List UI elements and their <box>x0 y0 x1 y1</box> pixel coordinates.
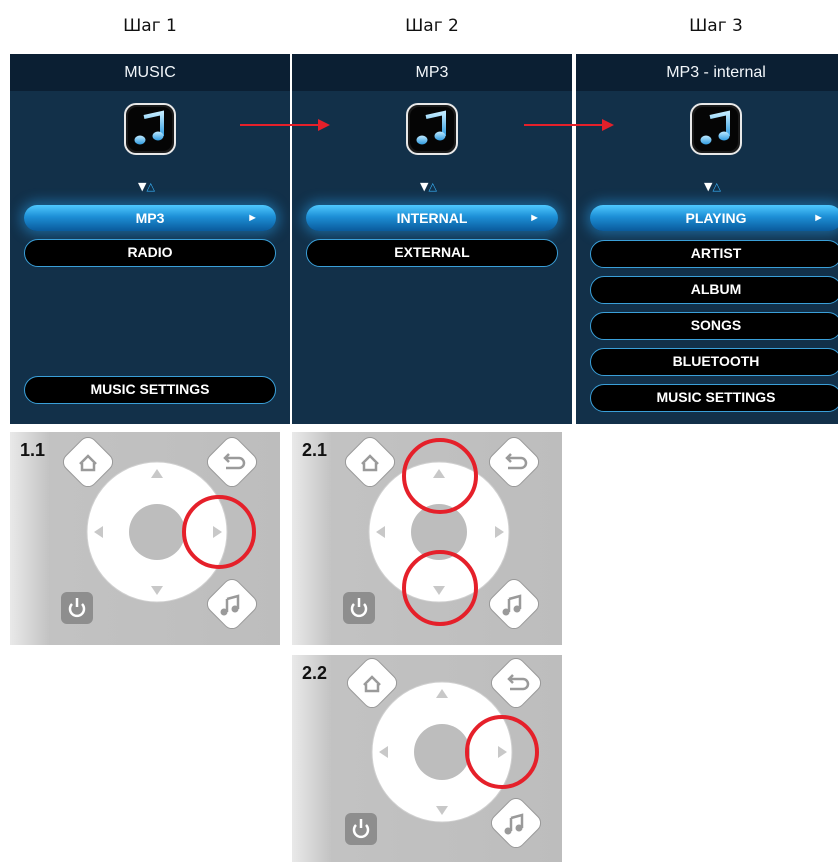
remote-1-1: 1.1 <box>10 432 280 645</box>
menu-item-artist[interactable]: ARTIST <box>590 240 838 268</box>
screen-step-1: MUSIC ▼△ MP3 ► RADIO MUSIC SETTINGS <box>10 54 290 424</box>
back-icon[interactable] <box>204 434 261 491</box>
remote-controls <box>343 434 543 633</box>
step-2-title: Шаг 2 <box>405 16 459 36</box>
scroll-up-icon: △ <box>146 180 155 193</box>
menu-item-label: RADIO <box>127 244 173 260</box>
music-note-icon <box>406 103 458 155</box>
step-3-title: Шаг 3 <box>689 16 743 36</box>
scroll-indicator: ▼△ <box>704 180 721 193</box>
menu-item-internal[interactable]: INTERNAL ► <box>306 205 558 231</box>
remote-controls <box>345 655 545 852</box>
music-note-icon <box>124 103 176 155</box>
remote-2-2: 2.2 <box>292 655 562 862</box>
scroll-indicator: ▼△ <box>138 180 155 193</box>
power-icon[interactable] <box>61 592 93 624</box>
ok-button[interactable] <box>414 724 470 780</box>
step-1-title: Шаг 1 <box>123 16 177 36</box>
music-note-icon[interactable] <box>204 576 261 633</box>
play-icon: ► <box>247 212 258 224</box>
power-icon[interactable] <box>345 813 377 845</box>
power-icon[interactable] <box>343 592 375 624</box>
menu-item-bluetooth[interactable]: BLUETOOTH <box>590 348 838 376</box>
screen-header: MUSIC <box>10 54 290 91</box>
play-icon: ► <box>529 212 540 224</box>
menu-item-label: ARTIST <box>690 245 742 261</box>
screen-step-2: MP3 ▼△ INTERNAL ► EXTERNAL <box>292 54 572 424</box>
ok-button[interactable] <box>129 504 185 560</box>
menu-item-label: BLUETOOTH <box>672 353 760 369</box>
remote-controls <box>61 434 261 633</box>
play-icon: ► <box>813 212 824 224</box>
scroll-indicator: ▼△ <box>420 180 437 193</box>
menu-item-label: EXTERNAL <box>394 244 470 260</box>
music-note-icon[interactable] <box>486 576 543 633</box>
back-icon[interactable] <box>488 655 545 711</box>
scroll-up-icon: △ <box>712 180 721 193</box>
screen-header: MP3 <box>292 54 572 91</box>
scroll-up-icon: △ <box>428 180 437 193</box>
menu-item-music-settings[interactable]: MUSIC SETTINGS <box>24 376 276 404</box>
remote-2-1: 2.1 <box>292 432 562 645</box>
screen-header: MP3 - internal <box>576 54 838 91</box>
menu-item-songs[interactable]: SONGS <box>590 312 838 340</box>
menu-item-label: SONGS <box>690 317 742 333</box>
menu-item-label: ALBUM <box>690 281 742 297</box>
menu-item-label: INTERNAL <box>396 210 468 226</box>
menu-item-radio[interactable]: RADIO <box>24 239 276 267</box>
music-note-icon <box>690 103 742 155</box>
music-note-icon[interactable] <box>488 795 545 852</box>
menu-item-label: PLAYING <box>685 210 747 226</box>
menu-item-album[interactable]: ALBUM <box>590 276 838 304</box>
menu-item-mp3[interactable]: MP3 ► <box>24 205 276 231</box>
menu-item-music-settings[interactable]: MUSIC SETTINGS <box>590 384 838 412</box>
back-icon[interactable] <box>486 434 543 491</box>
screen-step-3: MP3 - internal ▼△ PLAYING ► ARTIST ALBUM… <box>576 54 838 424</box>
menu-item-label: MUSIC SETTINGS <box>90 381 210 397</box>
menu-item-label: MP3 <box>135 210 165 226</box>
menu-item-external[interactable]: EXTERNAL <box>306 239 558 267</box>
menu-item-label: MUSIC SETTINGS <box>656 389 776 405</box>
menu-item-playing[interactable]: PLAYING ► <box>590 205 838 231</box>
